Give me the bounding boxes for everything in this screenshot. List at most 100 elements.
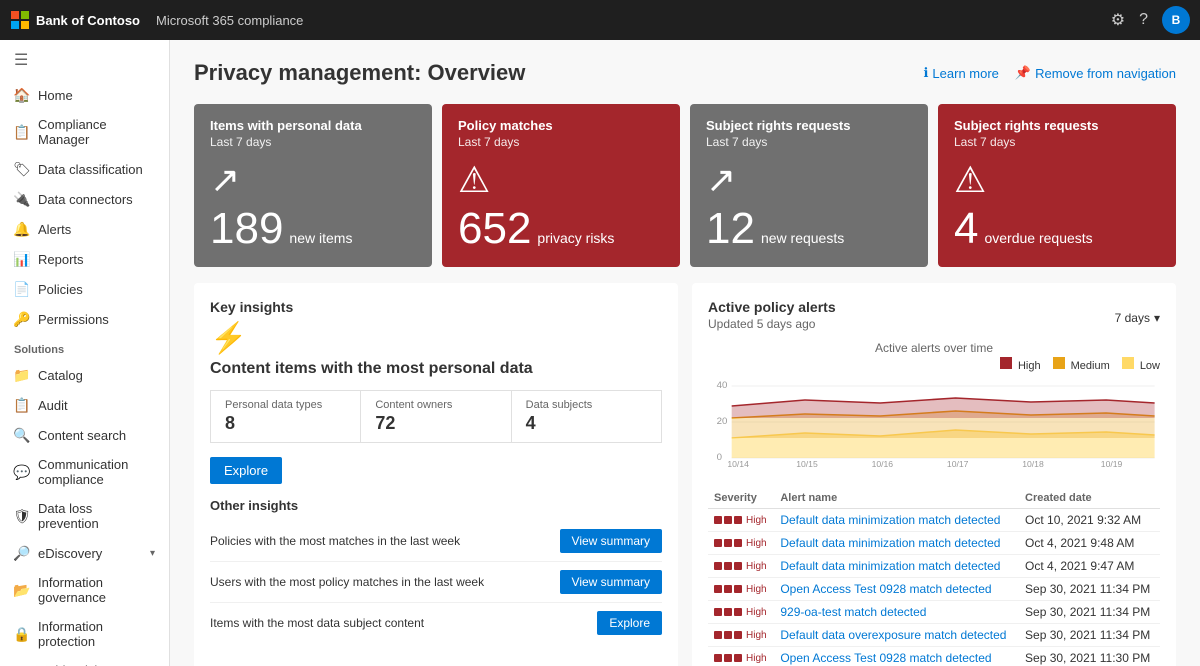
catalog-icon: 📁 [14, 367, 30, 383]
other-insight-label: Users with the most policy matches in th… [210, 575, 560, 589]
sidebar-item-label: Audit [38, 398, 68, 413]
legend-low: Low [1122, 357, 1160, 372]
stat-label: Data subjects [526, 399, 647, 411]
unpin-icon: 📌 [1015, 65, 1031, 81]
insights-heading: Content items with the most personal dat… [210, 360, 662, 378]
hamburger-icon[interactable]: ☰ [0, 40, 169, 80]
table-row: High Default data minimization match det… [708, 509, 1160, 532]
sev-dot-3 [734, 654, 742, 662]
explore-button-2[interactable]: Explore [597, 611, 662, 635]
created-date-cell: Oct 4, 2021 9:48 AM [1019, 532, 1160, 555]
sidebar-item-data-connectors[interactable]: 🔌 Data connectors [0, 184, 169, 214]
view-summary-button-2[interactable]: View summary [560, 570, 662, 594]
sidebar-item-audit[interactable]: 📋 Audit [0, 390, 169, 420]
sidebar-item-policies[interactable]: 📄 Policies [0, 274, 169, 304]
avatar[interactable]: B [1162, 6, 1190, 34]
table-row: High Default data overexposure match det… [708, 624, 1160, 647]
svg-text:10/16: 10/16 [872, 459, 894, 468]
sev-label: High [746, 561, 767, 572]
sidebar-item-label: Home [38, 88, 73, 103]
card-title: Subject rights requests [706, 118, 912, 133]
sev-label: High [746, 630, 767, 641]
other-insight-row-1: Policies with the most matches in the la… [210, 521, 662, 562]
sev-dot-1 [714, 631, 722, 639]
sidebar-item-insider-risk[interactable]: 👤 Insider risk management [0, 656, 169, 666]
sidebar-item-data-loss[interactable]: 🛡 Data loss prevention [0, 494, 169, 538]
card-number: 652 [458, 207, 531, 251]
sidebar-item-comm-compliance[interactable]: 💬 Communication compliance [0, 450, 169, 494]
sev-dot-3 [734, 562, 742, 570]
topbar: Bank of Contoso Microsoft 365 compliance… [0, 0, 1200, 40]
sidebar-item-label: Data connectors [38, 192, 133, 207]
alerts-updated: Updated 5 days ago [708, 317, 836, 331]
card-bottom: 652 privacy risks [458, 207, 664, 251]
sidebar-item-label: Information governance [38, 575, 155, 605]
card-subject-rights-new[interactable]: Subject rights requests Last 7 days ↗ 12… [690, 104, 928, 267]
sidebar-item-reports[interactable]: 📊 Reports [0, 244, 169, 274]
sidebar-item-content-search[interactable]: 🔍 Content search [0, 420, 169, 450]
svg-text:10/19: 10/19 [1101, 459, 1123, 468]
alert-name-cell: Default data minimization match detected [774, 532, 1019, 555]
card-subtitle: Last 7 days [954, 135, 1160, 149]
topbar-right: ⚙ ? B [1111, 6, 1190, 34]
solutions-section-label: Solutions [0, 334, 169, 360]
alert-name-cell: Default data overexposure match detected [774, 624, 1019, 647]
card-title: Subject rights requests [954, 118, 1160, 133]
dlp-icon: 🛡 [14, 508, 30, 524]
sidebar-item-info-protection[interactable]: 🔒 Information protection [0, 612, 169, 656]
severity-dots: High [714, 584, 768, 595]
sidebar-item-catalog[interactable]: 📁 Catalog [0, 360, 169, 390]
key-insights-card: Key insights ⚡ Content items with the mo… [194, 283, 678, 666]
sidebar-item-label: Reports [38, 252, 84, 267]
explore-button[interactable]: Explore [210, 457, 282, 484]
card-number: 4 [954, 207, 978, 251]
sidebar-item-label: Alerts [38, 222, 71, 237]
info-icon: ℹ [923, 65, 928, 81]
view-summary-button-1[interactable]: View summary [560, 529, 662, 553]
card-personal-data[interactable]: Items with personal data Last 7 days ↗ 1… [194, 104, 432, 267]
card-policy-matches[interactable]: Policy matches Last 7 days ⚠ 652 privacy… [442, 104, 680, 267]
sev-dot-2 [724, 585, 732, 593]
col-alert-name: Alert name [774, 488, 1019, 509]
stat-data-subjects: Data subjects 4 [512, 391, 661, 442]
help-icon[interactable]: ? [1139, 11, 1148, 29]
created-date-cell: Sep 30, 2021 11:34 PM [1019, 578, 1160, 601]
card-warning-icon2: ⚠ [954, 159, 1160, 201]
sev-dot-3 [734, 516, 742, 524]
alert-name-cell: Default data minimization match detected [774, 555, 1019, 578]
table-row: High 929-oa-test match detected Sep 30, … [708, 601, 1160, 624]
sev-dot-1 [714, 516, 722, 524]
severity-cell: High [708, 509, 774, 532]
sidebar-item-ediscovery[interactable]: 🔎 eDiscovery ▾ [0, 538, 169, 568]
sidebar-item-label: eDiscovery [38, 546, 102, 561]
card-label: overdue requests [984, 230, 1092, 246]
card-subject-rights-overdue[interactable]: Subject rights requests Last 7 days ⚠ 4 … [938, 104, 1176, 267]
card-number: 12 [706, 207, 755, 251]
sev-label: High [746, 538, 767, 549]
permissions-icon: 🔑 [14, 311, 30, 327]
svg-text:40: 40 [717, 380, 728, 390]
lightning-icon: ⚡ [210, 321, 662, 356]
sidebar-item-info-governance[interactable]: 📂 Information governance [0, 568, 169, 612]
settings-icon[interactable]: ⚙ [1111, 10, 1125, 30]
card-bottom: 12 new requests [706, 207, 912, 251]
alerts-period-selector[interactable]: 7 days ▾ [1115, 311, 1160, 325]
sidebar-item-label: Data loss prevention [38, 501, 155, 531]
sidebar-item-alerts[interactable]: 🔔 Alerts [0, 214, 169, 244]
sidebar-item-permissions[interactable]: 🔑 Permissions [0, 304, 169, 334]
sidebar-item-data-classification[interactable]: 🏷 Data classification [0, 154, 169, 184]
sidebar-item-home[interactable]: 🏠 Home [0, 80, 169, 110]
page-header: Privacy management: Overview ℹ Learn mor… [194, 60, 1176, 86]
sev-dot-2 [724, 516, 732, 524]
reports-icon: 📊 [14, 251, 30, 267]
high-dot [1000, 357, 1012, 369]
card-title: Items with personal data [210, 118, 416, 133]
severity-cell: High [708, 532, 774, 555]
table-row: High Open Access Test 0928 match detecte… [708, 647, 1160, 666]
other-insight-label: Policies with the most matches in the la… [210, 534, 560, 548]
sev-dot-2 [724, 631, 732, 639]
remove-nav-link[interactable]: 📌 Remove from navigation [1015, 65, 1176, 81]
sidebar-item-label: Compliance Manager [38, 117, 155, 147]
sidebar-item-compliance-manager[interactable]: 📋 Compliance Manager [0, 110, 169, 154]
learn-more-link[interactable]: ℹ Learn more [923, 65, 998, 81]
